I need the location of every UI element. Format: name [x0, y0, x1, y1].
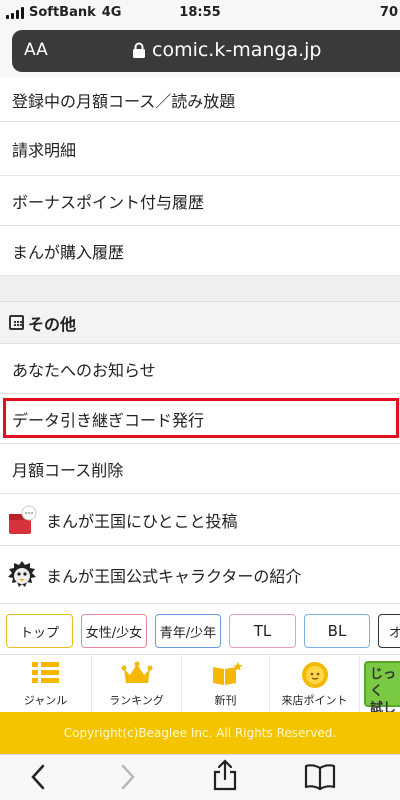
- tab-tl[interactable]: TL: [229, 614, 296, 648]
- nav-label: ジャンル: [23, 694, 68, 707]
- menu-item-notifications[interactable]: あなたへのお知らせ: [0, 344, 400, 394]
- menu-label: データ引き継ぎコード発行: [12, 410, 205, 430]
- text-size-label: AA: [24, 40, 48, 60]
- new-book-icon: [212, 662, 242, 685]
- section-title: その他: [28, 314, 77, 334]
- menu-item-subscription[interactable]: 登録中の月額コース／読み放題: [0, 78, 400, 122]
- menu-label: 請求明細: [12, 140, 77, 160]
- nav-visit-points[interactable]: 来店ポイント: [270, 655, 360, 713]
- tab-top[interactable]: トップ: [6, 614, 73, 648]
- nav-label: ランキング: [109, 694, 164, 707]
- menu-item-bonus-history[interactable]: ボーナスポイント付与履歴: [0, 176, 400, 226]
- tab-label: オ: [389, 625, 400, 641]
- mascot-icon: [8, 560, 36, 587]
- nav-genre[interactable]: ジャンル: [0, 655, 92, 713]
- bottom-nav: ジャンル ランキング 新刊 来店ポイント じっく 試し: [0, 654, 400, 716]
- menu-label: ボーナスポイント付与履歴: [12, 192, 205, 212]
- back-arrow-icon[interactable]: [28, 763, 48, 791]
- status-bar: SoftBank 4G 18:55 70: [0, 0, 400, 26]
- sun-character-icon: [301, 662, 328, 688]
- nav-label: 新刊: [214, 694, 237, 707]
- clock: 18:55: [179, 5, 221, 20]
- promo-badge[interactable]: じっく 試し: [364, 661, 400, 716]
- category-tabs: トップ 女性/少女 青年/少年 TL BL オ: [0, 608, 400, 654]
- battery-level: 70: [379, 5, 398, 20]
- nav-label: 来店ポイント: [281, 694, 348, 707]
- menu-label: まんが王国公式キャラクターの紹介: [46, 566, 302, 586]
- lock-icon: [133, 42, 145, 58]
- tab-bl[interactable]: BL: [304, 614, 370, 648]
- tab-more[interactable]: オ: [378, 614, 400, 648]
- menu-item-characters[interactable]: まんが王国公式キャラクターの紹介: [0, 546, 400, 604]
- tab-label: トップ: [19, 625, 59, 641]
- menu-item-billing[interactable]: 請求明細: [0, 122, 400, 176]
- list-icon: [31, 662, 59, 683]
- menu-label: まんが王国にひとこと投稿: [46, 511, 238, 531]
- nav-ranking[interactable]: ランキング: [92, 655, 182, 713]
- menu-label: まんが購入履歴: [12, 242, 125, 262]
- menu-label: あなたへのお知らせ: [12, 360, 156, 380]
- crown-icon: [121, 661, 152, 683]
- nav-new[interactable]: 新刊: [182, 655, 270, 713]
- menu-item-cancel-course[interactable]: 月額コース削除: [0, 444, 400, 494]
- menu-label: 登録中の月額コース／読み放題: [12, 91, 236, 111]
- tab-label: 青年/少年: [159, 625, 217, 641]
- section-spacer: [0, 276, 400, 302]
- footer: Copyright(c)Beaglee Inc. All Rights Rese…: [0, 712, 400, 754]
- forward-arrow-icon[interactable]: [118, 763, 138, 791]
- promo-line1: じっく: [370, 667, 397, 699]
- page-url: comic.k-manga.jp: [152, 39, 322, 61]
- calendar-icon: [9, 315, 24, 330]
- tab-label: BL: [327, 622, 347, 640]
- browser-toolbar: AA comic.k-manga.jp: [0, 26, 400, 78]
- address-bar[interactable]: AA comic.k-manga.jp: [12, 30, 400, 72]
- menu-label: 月額コース削除: [12, 460, 124, 480]
- section-header-other: その他: [0, 302, 400, 344]
- menu-item-transfer-code[interactable]: データ引き継ぎコード発行: [0, 394, 400, 444]
- tab-women[interactable]: 女性/少女: [81, 614, 147, 648]
- gift-box-icon: [9, 505, 37, 534]
- tab-label: TL: [253, 622, 272, 640]
- share-icon[interactable]: [212, 759, 238, 791]
- safari-toolbar: [0, 754, 400, 800]
- tab-men[interactable]: 青年/少年: [155, 614, 221, 648]
- menu-item-post-comment[interactable]: まんが王国にひとこと投稿: [0, 494, 400, 546]
- copyright-text: Copyright(c)Beaglee Inc. All Rights Rese…: [63, 726, 337, 740]
- text-size-button[interactable]: AA: [24, 40, 48, 60]
- tab-label: 女性/少女: [85, 625, 143, 641]
- bookmarks-icon[interactable]: [304, 763, 336, 791]
- menu-item-purchase-history[interactable]: まんが購入履歴: [0, 226, 400, 276]
